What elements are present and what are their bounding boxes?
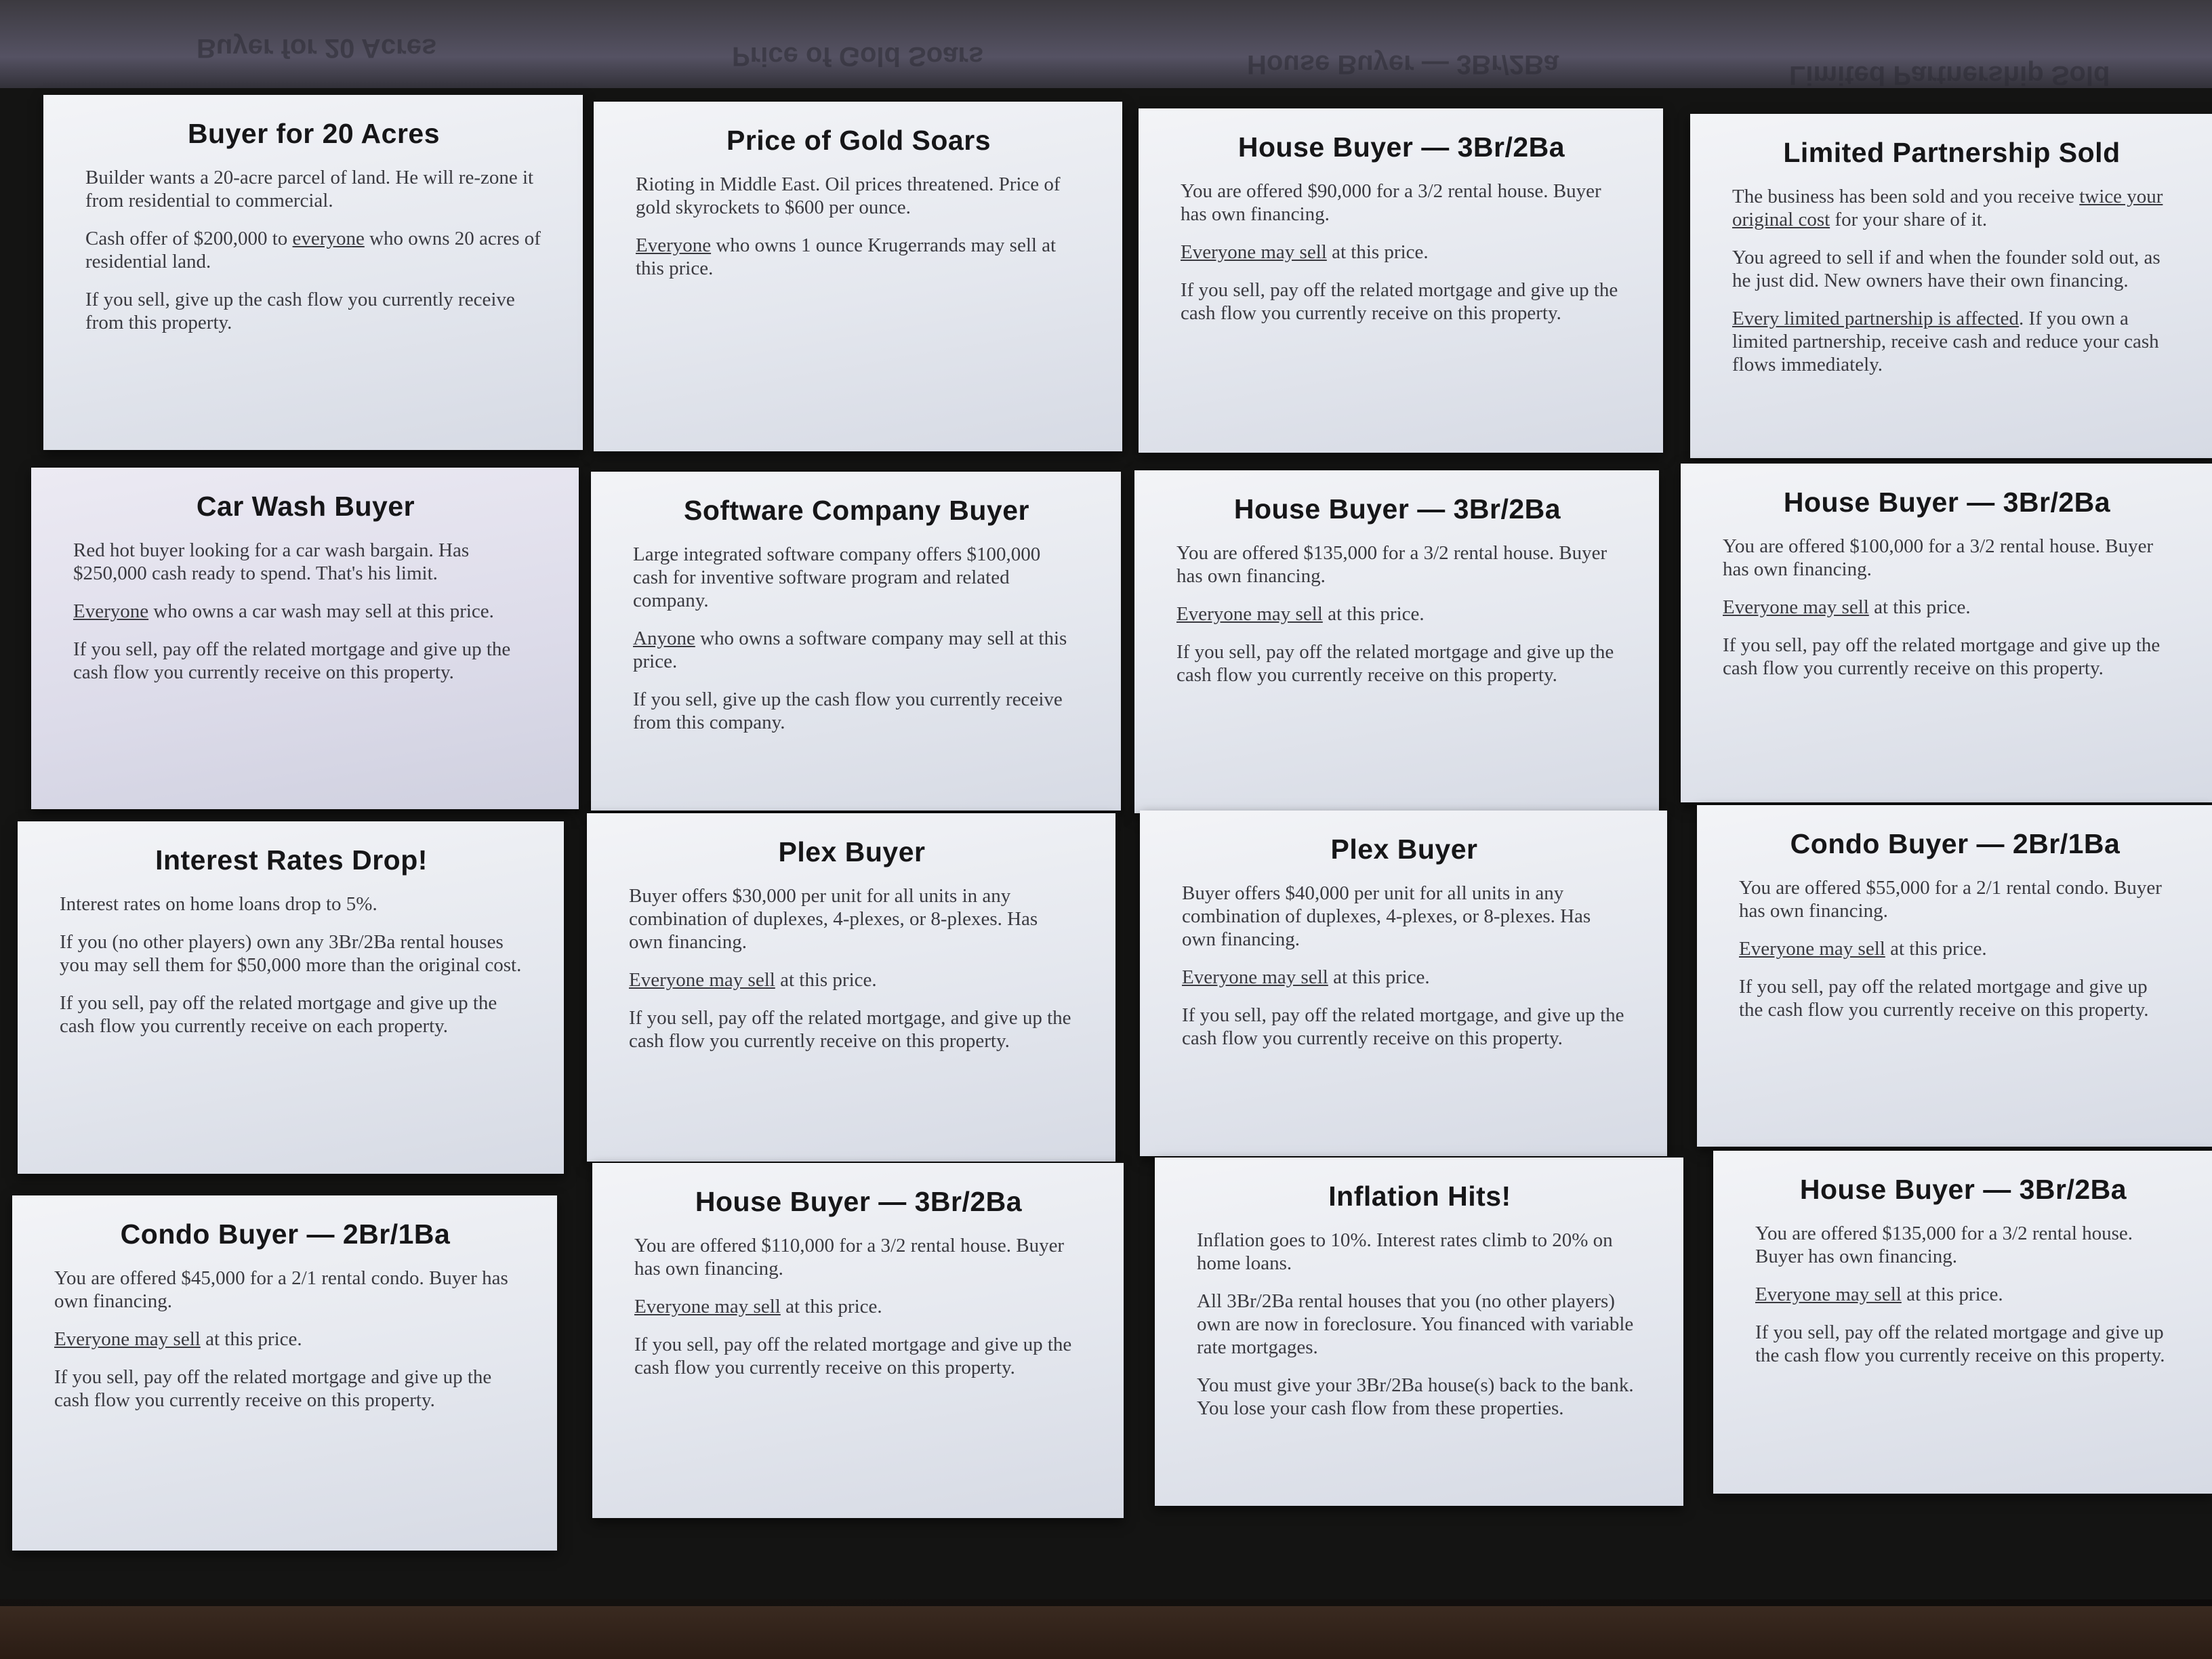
card-text: Every limited partnership is affected. I… <box>1732 308 2159 375</box>
card-text: Everyone may sell at this price. <box>634 1296 882 1317</box>
card-text: Buyer offers $30,000 per unit for all un… <box>629 885 1038 953</box>
card-interest-rates-drop: Interest Rates Drop! Interest rates on h… <box>18 821 564 1174</box>
card-title: House Buyer — 3Br/2Ba <box>1799 1174 2127 1205</box>
card-limited-partnership: Limited Partnership Sold The business ha… <box>1690 114 2212 458</box>
card-condo-buyer-45k: Condo Buyer — 2Br/1Ba You are offered $4… <box>12 1195 557 1551</box>
card-text: You agreed to sell if and when the found… <box>1732 247 2160 291</box>
card-text: If you sell, pay off the related mortgag… <box>73 638 511 683</box>
card-text: If you sell, pay off the related mortgag… <box>1182 1004 1624 1049</box>
card-text: Inflation goes to 10%. Interest rates cl… <box>1197 1229 1613 1274</box>
card-text: If you sell, pay off the related mortgag… <box>634 1334 1072 1378</box>
card-price-of-gold: Price of Gold Soars Rioting in Middle Ea… <box>594 102 1122 451</box>
card-title: House Buyer — 3Br/2Ba <box>1237 131 1565 163</box>
card-text: Everyone who owns 1 ounce Krugerrands ma… <box>636 234 1057 279</box>
table-edge <box>0 1606 2212 1659</box>
card-text: Everyone may sell at this price. <box>1723 596 1971 618</box>
card-title: Software Company Buyer <box>684 495 1029 526</box>
photo-scene: Buyer for 20 Acres Price of Gold Soars H… <box>0 0 2212 1659</box>
card-text: Cash offer of $200,000 to everyone who o… <box>85 228 541 272</box>
reflection-text: Price of Gold Soars <box>732 41 984 71</box>
card-house-buyer-100k: House Buyer — 3Br/2Ba You are offered $1… <box>1681 464 2212 802</box>
card-text: If you sell, pay off the related mortgag… <box>60 992 497 1037</box>
card-title: Price of Gold Soars <box>726 125 991 156</box>
card-text: Large integrated software company offers… <box>633 544 1041 611</box>
card-title: Interest Rates Drop! <box>155 844 428 876</box>
card-text: If you sell, pay off the related mortgag… <box>1723 634 2160 679</box>
card-software-company-buyer: Software Company Buyer Large integrated … <box>591 472 1121 811</box>
reflection-text: Limited Partnership Sold <box>1789 60 2110 90</box>
card-text: You are offered $55,000 for a 2/1 rental… <box>1739 877 2162 922</box>
card-title: Inflation Hits! <box>1328 1181 1511 1212</box>
card-text: If you sell, give up the cash flow you c… <box>85 289 515 333</box>
card-title: House Buyer — 3Br/2Ba <box>1233 493 1561 525</box>
card-text: If you sell, give up the cash flow you c… <box>633 689 1063 733</box>
card-text: The business has been sold and you recei… <box>1732 186 2163 230</box>
card-text: You are offered $100,000 for a 3/2 renta… <box>1723 535 2154 580</box>
card-car-wash-buyer: Car Wash Buyer Red hot buyer looking for… <box>31 468 579 809</box>
card-text: Everyone may sell at this price. <box>1176 603 1425 625</box>
card-inflation-hits: Inflation Hits! Inflation goes to 10%. I… <box>1155 1158 1683 1506</box>
card-text: You are offered $135,000 for a 3/2 renta… <box>1755 1223 2133 1267</box>
card-text: Everyone may sell at this price. <box>1739 938 1987 960</box>
card-plex-buyer-40k: Plex Buyer Buyer offers $40,000 per unit… <box>1140 811 1667 1156</box>
card-text: Red hot buyer looking for a car wash bar… <box>73 539 470 584</box>
card-title: Condo Buyer — 2Br/1Ba <box>1790 828 2121 859</box>
card-text: Rioting in Middle East. Oil prices threa… <box>636 173 1061 218</box>
card-text: Interest rates on home loans drop to 5%. <box>60 893 377 915</box>
card-title: Plex Buyer <box>1330 834 1478 865</box>
card-text: If you sell, pay off the related mortgag… <box>1181 279 1618 324</box>
card-text: Everyone may sell at this price. <box>1755 1284 2003 1305</box>
card-title: Condo Buyer — 2Br/1Ba <box>120 1218 451 1250</box>
card-text: You are offered $135,000 for a 3/2 renta… <box>1176 542 1607 587</box>
card-text: You are offered $90,000 for a 3/2 rental… <box>1181 180 1601 225</box>
card-text: If you sell, pay off the related mortgag… <box>1755 1322 2165 1366</box>
card-text: If you sell, pay off the related mortgag… <box>1176 641 1614 686</box>
card-reflections: Buyer for 20 Acres Price of Gold Soars H… <box>0 0 2212 95</box>
card-title: Car Wash Buyer <box>196 491 415 522</box>
card-title: Buyer for 20 Acres <box>187 118 441 149</box>
card-condo-buyer-55k: Condo Buyer — 2Br/1Ba You are offered $5… <box>1697 805 2212 1147</box>
card-plex-buyer-30k: Plex Buyer Buyer offers $30,000 per unit… <box>587 813 1115 1162</box>
card-text: Everyone may sell at this price. <box>1182 966 1430 988</box>
card-buyer-20-acres: Buyer for 20 Acres Builder wants a 20-ac… <box>43 95 583 450</box>
card-text: If you (no other players) own any 3Br/2B… <box>60 931 522 976</box>
card-text: You are offered $110,000 for a 3/2 renta… <box>634 1235 1065 1279</box>
card-text: Buyer offers $40,000 per unit for all un… <box>1182 882 1591 950</box>
card-text: Anyone who owns a software company may s… <box>633 628 1067 672</box>
card-title: House Buyer — 3Br/2Ba <box>695 1186 1023 1217</box>
card-house-buyer-135k: House Buyer — 3Br/2Ba You are offered $1… <box>1134 470 1659 813</box>
card-text: If you sell, pay off the related mortgag… <box>54 1366 492 1411</box>
reflection-text: Buyer for 20 Acres <box>197 33 437 63</box>
card-text: All 3Br/2Ba rental houses that you (no o… <box>1197 1290 1634 1358</box>
card-text: Everyone may sell at this price. <box>54 1328 302 1350</box>
reflection-text: House Buyer — 3Br/2Ba <box>1247 49 1559 79</box>
card-text: You are offered $45,000 for a 2/1 rental… <box>54 1267 508 1312</box>
card-text: Everyone may sell at this price. <box>629 969 877 991</box>
card-text: Everyone who owns a car wash may sell at… <box>73 600 494 622</box>
card-text: If you sell, pay off the related mortgag… <box>629 1007 1071 1052</box>
card-house-buyer-110k: House Buyer — 3Br/2Ba You are offered $1… <box>592 1163 1124 1518</box>
card-house-buyer-135k-b: House Buyer — 3Br/2Ba You are offered $1… <box>1713 1151 2212 1494</box>
card-title: Limited Partnership Sold <box>1783 137 2121 168</box>
card-text: Everyone may sell at this price. <box>1181 241 1429 263</box>
card-title: Plex Buyer <box>778 836 926 867</box>
card-house-buyer-90k: House Buyer — 3Br/2Ba You are offered $9… <box>1139 108 1663 453</box>
card-text: Builder wants a 20-acre parcel of land. … <box>85 167 534 211</box>
card-text: If you sell, pay off the related mortgag… <box>1739 976 2149 1021</box>
card-text: You must give your 3Br/2Ba house(s) back… <box>1197 1374 1634 1419</box>
card-title: House Buyer — 3Br/2Ba <box>1783 487 2111 518</box>
